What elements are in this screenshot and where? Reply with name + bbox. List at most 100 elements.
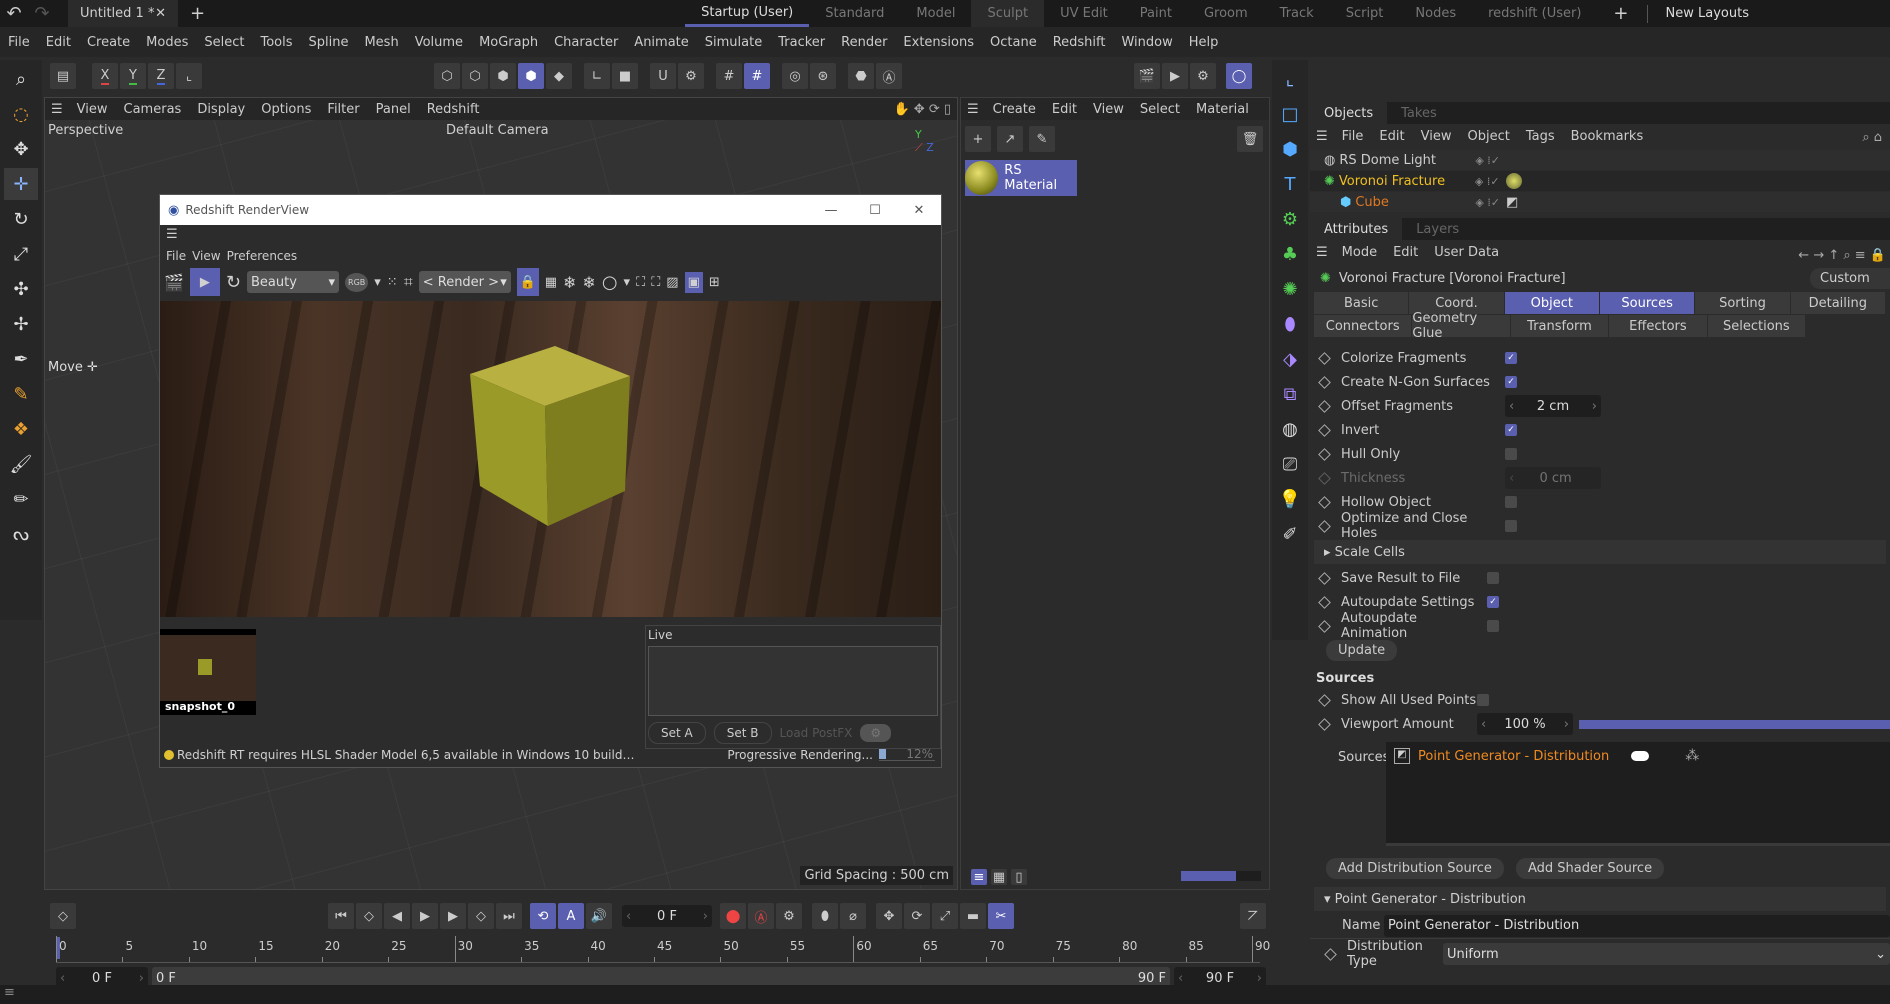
- menu-item[interactable]: Simulate: [697, 35, 770, 50]
- keyframe-icon[interactable]: [1318, 519, 1331, 533]
- add-distribution-source-button[interactable]: Add Distribution Source: [1326, 858, 1504, 879]
- attr-tab[interactable]: Connectors: [1314, 315, 1412, 337]
- tag-icon[interactable]: ✐: [1273, 518, 1307, 550]
- objects-menu-item[interactable]: Tags: [1518, 129, 1563, 144]
- deformer-icon[interactable]: ⬮: [1273, 308, 1307, 340]
- snap-settings-icon[interactable]: ⚙: [678, 63, 704, 89]
- menu-item[interactable]: Create: [79, 35, 138, 50]
- renderview-menu-item[interactable]: View: [192, 249, 226, 263]
- menu-item[interactable]: Spline: [301, 35, 357, 50]
- spline-object-icon[interactable]: □: [1273, 98, 1307, 130]
- play-icon[interactable]: ▶: [412, 903, 438, 929]
- hamburger-icon[interactable]: ☰: [967, 102, 979, 117]
- grid-lock-icon[interactable]: #: [744, 63, 770, 89]
- material-menu-item[interactable]: Select: [1132, 102, 1188, 117]
- objects-menu-item[interactable]: Bookmarks: [1563, 129, 1652, 144]
- refresh-icon[interactable]: ↻: [226, 272, 241, 293]
- objects-menu-item[interactable]: Edit: [1371, 129, 1412, 144]
- chevron-left-icon[interactable]: ‹: [1509, 399, 1514, 414]
- eyedropper-icon[interactable]: ✎: [1029, 126, 1055, 152]
- param-field[interactable]: ‹ 0 cm: [1505, 467, 1601, 489]
- show-all-used-points-checkbox[interactable]: [1477, 694, 1489, 706]
- prev-frame-icon[interactable]: ◀: [384, 903, 410, 929]
- object-row[interactable]: ✺ Voronoi Fracture ◈ ⁞✓: [1310, 171, 1890, 191]
- coordinate-system-button[interactable]: ⌞: [176, 63, 202, 89]
- knife-icon[interactable]: ✎: [4, 378, 38, 410]
- uv-mode-icon[interactable]: ◆: [546, 63, 572, 89]
- param-checkbox[interactable]: [1487, 572, 1499, 584]
- keyframe-icon[interactable]: [1318, 595, 1331, 609]
- key-scale-icon[interactable]: ⤢: [932, 903, 958, 929]
- clapper-icon[interactable]: 🎬: [164, 273, 184, 292]
- key-position-icon[interactable]: ✥: [876, 903, 902, 929]
- keyframe-icon[interactable]: [1318, 693, 1331, 707]
- lock-icon[interactable]: ⬣: [848, 63, 874, 89]
- camera-icon[interactable]: ⎚: [1273, 448, 1307, 480]
- model-mode-icon[interactable]: ⬢: [518, 63, 544, 89]
- cloner-icon[interactable]: ♣: [1273, 238, 1307, 270]
- chevron-right-icon[interactable]: ›: [1592, 399, 1597, 414]
- start-render-button[interactable]: ▶: [189, 268, 220, 296]
- viewport-solo-button[interactable]: ▤: [50, 63, 76, 89]
- attr-tab[interactable]: Geometry Glue: [1412, 311, 1510, 341]
- attr-tab[interactable]: Selections: [1707, 315, 1806, 337]
- fit-icon[interactable]: ⛶: [651, 275, 660, 290]
- sculpt-icon[interactable]: ✏: [4, 483, 38, 515]
- hatch-icon[interactable]: ▨: [666, 275, 678, 290]
- viewport-menu-item[interactable]: Cameras: [116, 102, 190, 117]
- extrude-icon[interactable]: ❖: [4, 413, 38, 445]
- object-name[interactable]: Cube: [1355, 195, 1475, 210]
- add-tab-icon[interactable]: +: [190, 3, 205, 24]
- render-settings-icon[interactable]: ⚙: [1190, 63, 1216, 89]
- viewport-menu-item[interactable]: Filter: [319, 102, 367, 117]
- thumbnail-size-slider[interactable]: [1181, 871, 1261, 881]
- keyframe-icon[interactable]: [1324, 947, 1337, 961]
- keyframe-icon[interactable]: ◇: [50, 903, 76, 929]
- field-icon[interactable]: ⬗: [1273, 343, 1307, 375]
- param-checkbox[interactable]: [1505, 496, 1517, 508]
- keyframe-icon[interactable]: [1318, 717, 1331, 731]
- spline-icon[interactable]: ᔓ: [4, 518, 38, 550]
- lock-icon[interactable]: 🔒: [516, 268, 539, 296]
- keyframe-icon[interactable]: [1318, 619, 1331, 633]
- param-checkbox[interactable]: [1487, 620, 1499, 632]
- freeze-icon[interactable]: ❄: [563, 273, 576, 292]
- material-item[interactable]: RS Material: [965, 160, 1077, 196]
- add-layout-icon[interactable]: +: [1613, 3, 1628, 24]
- param-checkbox[interactable]: ✓: [1505, 376, 1517, 388]
- redshift-icon[interactable]: ◯: [1226, 63, 1252, 89]
- attr-tab[interactable]: Detailing: [1790, 292, 1885, 314]
- tab-takes[interactable]: Takes: [1387, 102, 1451, 124]
- axis-mode-icon[interactable]: ∟: [584, 63, 610, 89]
- menu-item[interactable]: Extensions: [895, 35, 982, 50]
- attr-tab[interactable]: Sorting: [1695, 292, 1790, 314]
- mouse-icon[interactable]: ⬮: [812, 903, 838, 929]
- hamburger-icon[interactable]: ☰: [160, 225, 941, 245]
- material-tag-icon[interactable]: [1505, 173, 1522, 189]
- visibility-flags[interactable]: ◈ ⁞✓: [1475, 154, 1500, 167]
- menu-item[interactable]: Render: [833, 35, 895, 50]
- param-field[interactable]: ‹ 2 cm ›: [1505, 395, 1601, 417]
- auto-icon[interactable]: Ⓐ: [876, 63, 902, 89]
- texture-mode-icon[interactable]: ■: [612, 63, 638, 89]
- key-rotation-icon[interactable]: ⟳: [904, 903, 930, 929]
- fcurve-icon[interactable]: ⦢: [1240, 903, 1266, 929]
- object-name[interactable]: RS Dome Light: [1339, 153, 1475, 168]
- sources-list[interactable]: ◩ Point Generator - Distribution ⁂: [1386, 742, 1890, 846]
- prev-key-icon[interactable]: ◇: [356, 903, 382, 929]
- set-a-button[interactable]: Set A: [648, 722, 706, 744]
- viewport-amount-slider[interactable]: [1579, 719, 1890, 729]
- keyframe-icon[interactable]: [1318, 571, 1331, 585]
- param-checkbox[interactable]: [1505, 520, 1517, 532]
- render-select-dropdown[interactable]: < Render > ▾: [418, 271, 511, 293]
- layout-tab[interactable]: Sculpt: [971, 0, 1045, 27]
- tab-objects[interactable]: Objects: [1310, 102, 1388, 124]
- update-button[interactable]: Update: [1326, 640, 1398, 661]
- chevron-left-icon[interactable]: ‹: [1509, 471, 1514, 486]
- attributes-menu-item[interactable]: User Data: [1426, 245, 1507, 260]
- layout-tab[interactable]: Nodes: [1399, 0, 1472, 27]
- placement-icon[interactable]: ✢: [4, 308, 38, 340]
- keyframe-icon[interactable]: [1318, 351, 1331, 365]
- loop-icon[interactable]: ⟲: [530, 903, 556, 929]
- light-icon[interactable]: 💡: [1273, 483, 1307, 515]
